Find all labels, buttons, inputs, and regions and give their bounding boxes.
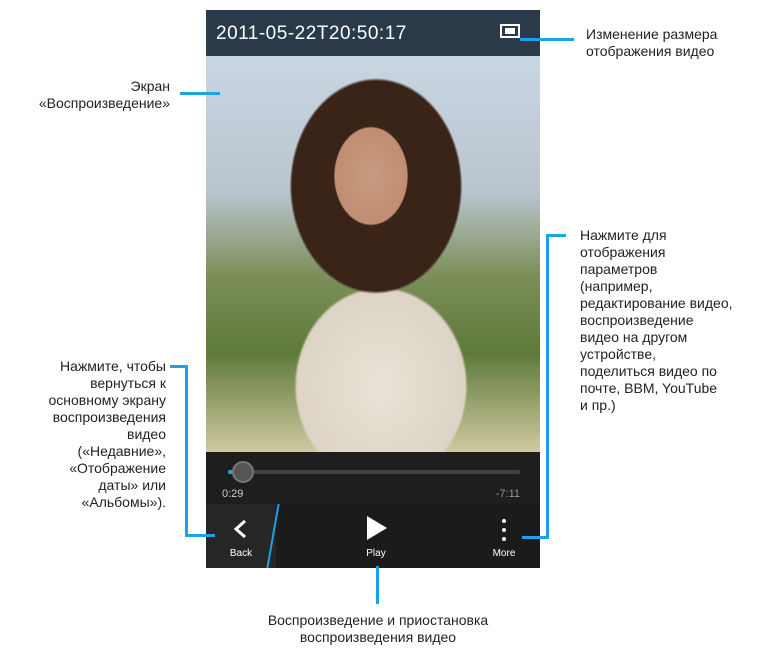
play-label: Play (366, 548, 386, 559)
callout-more: Нажмите для отображения параметров (напр… (580, 227, 733, 413)
callout-back: Нажмите, чтобы вернуться к основному экр… (48, 358, 166, 510)
callout-line-more-h2 (522, 536, 549, 539)
callout-line-back-v (185, 365, 188, 537)
chevron-left-icon (233, 519, 246, 539)
action-bar: Back Play More (206, 504, 540, 568)
more-label: More (492, 548, 516, 559)
callout-line-more-h1 (546, 234, 566, 237)
callout-line-more-v (546, 234, 549, 539)
video-timestamp: 2011-05-22T20:50:17 (216, 23, 407, 44)
back-label: Back (229, 548, 253, 559)
back-button[interactable]: Back (206, 504, 276, 568)
callout-line-play (376, 566, 379, 604)
play-button[interactable]: Play (343, 504, 403, 568)
resize-screen-icon[interactable] (500, 24, 520, 38)
seek-handle[interactable] (231, 461, 254, 483)
title-bar: 2011-05-22T20:50:17 (206, 10, 540, 56)
seek-bar[interactable] (228, 461, 520, 483)
video-frame[interactable] (206, 56, 540, 452)
callout-resize: Изменение размера отображения видео (586, 26, 718, 59)
video-player-screen: 2011-05-22T20:50:17 0:29 -7:11 Back Play (206, 10, 540, 568)
callout-line-back-h2 (185, 534, 215, 537)
callout-line-resize (520, 38, 574, 41)
elapsed-time: 0:29 (222, 488, 244, 500)
callout-line-screen (180, 92, 220, 95)
overflow-menu-icon (502, 519, 506, 541)
remaining-time: -7:11 (495, 488, 520, 500)
callout-screen: Экран «Воспроизведение» (38, 78, 170, 111)
callout-play: Воспроизведение и приостановка воспроизв… (267, 612, 489, 645)
play-icon (367, 516, 387, 540)
progress-area: 0:29 -7:11 (206, 452, 540, 504)
